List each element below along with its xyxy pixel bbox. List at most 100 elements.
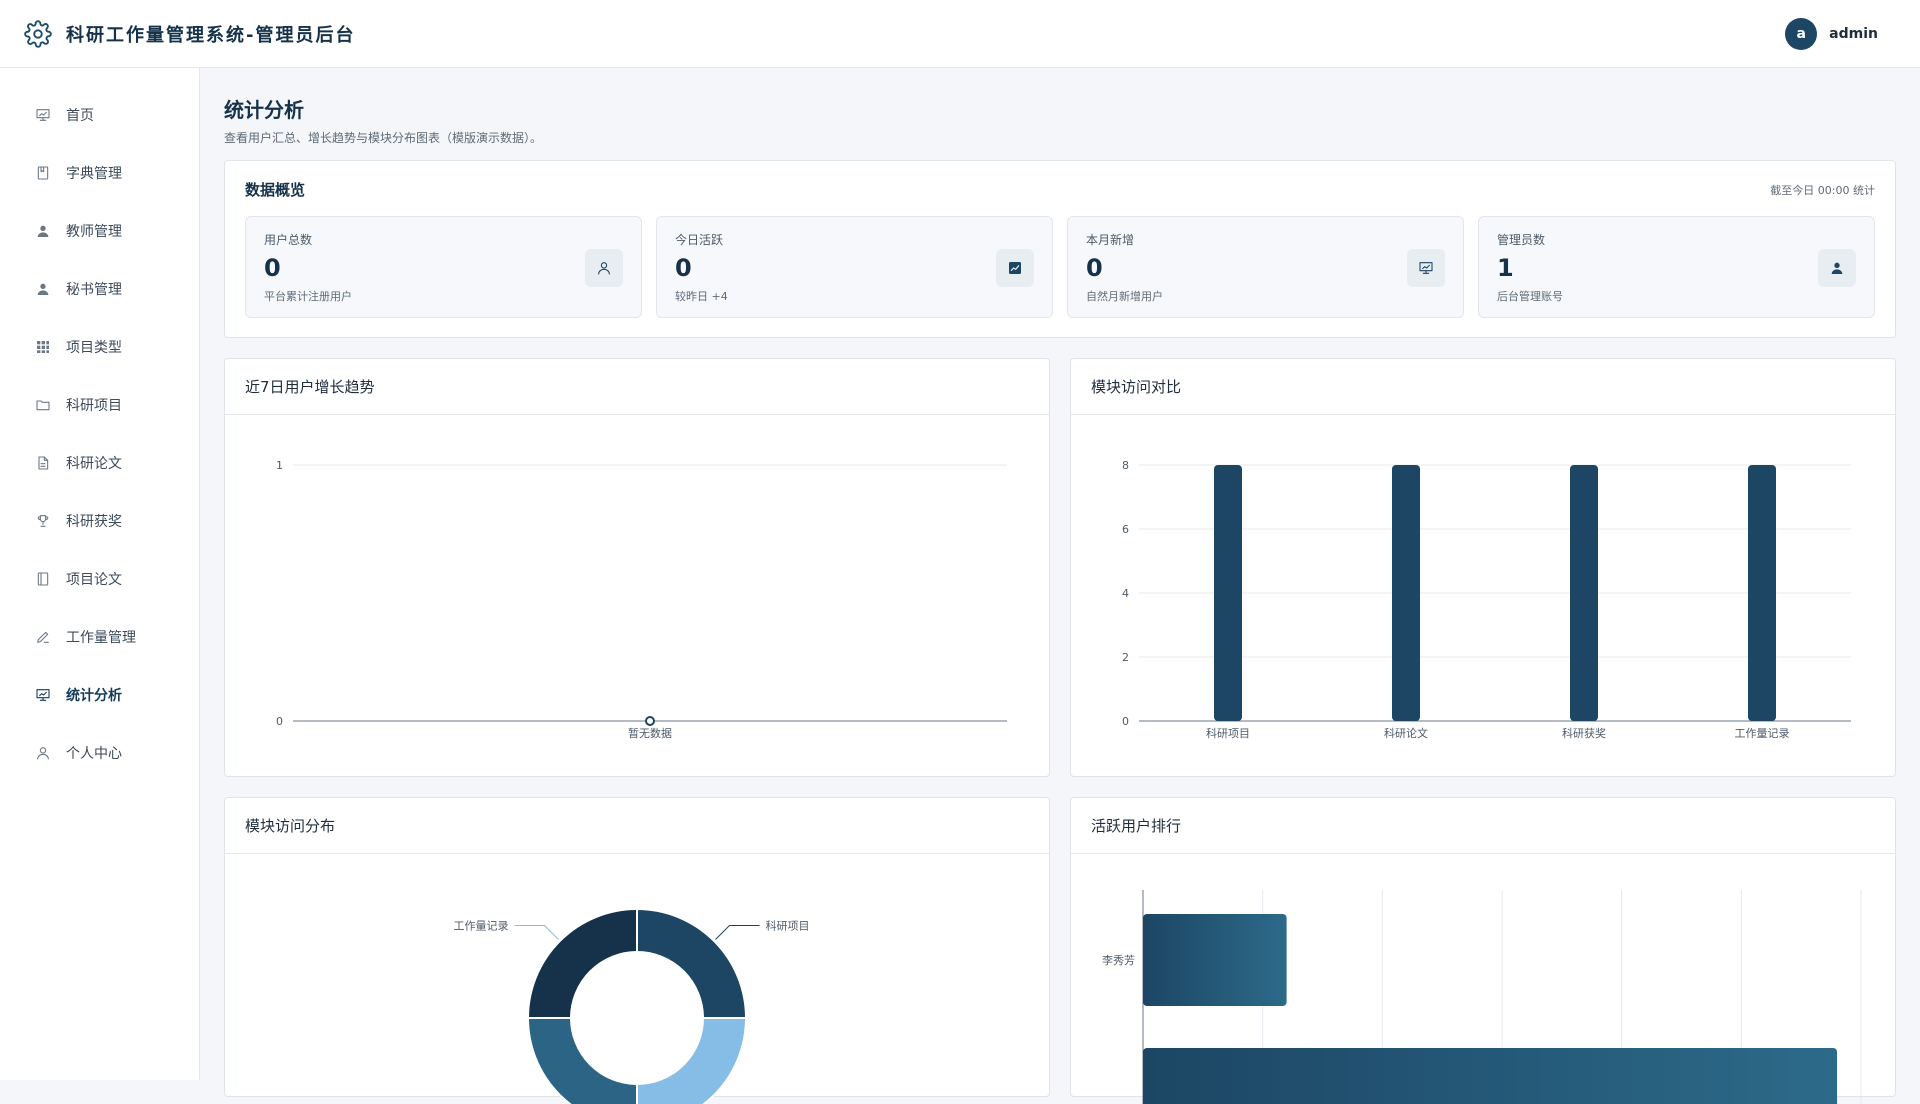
document-icon (34, 454, 52, 472)
sidebar-item-label: 科研论文 (66, 456, 122, 472)
username[interactable]: admin (1829, 26, 1878, 42)
module-bar-chart: 0 2 4 6 8 科研项目 科研论文 科研获奖 工作量记录 (1122, 459, 1851, 740)
page-description: 查看用户汇总、增长趋势与模块分布图表（模版演示数据）。 (224, 131, 543, 145)
stat-card: 本月新增 0 自然月新增用户 (1067, 216, 1464, 318)
app-brand: 科研工作量管理系统-管理员后台 (24, 19, 355, 48)
sidebar-item[interactable]: 科研获奖 (0, 492, 199, 550)
sidebar-item-label: 科研获奖 (66, 514, 122, 530)
data-overview-card: 数据概览 截至今日 00:00 统计 用户总数 0 平台累计注册用户 今日活跃 … (224, 160, 1896, 338)
presentation-icon (34, 686, 52, 704)
sidebar-item-label: 项目类型 (66, 340, 122, 356)
hbar[interactable] (1143, 914, 1287, 1006)
stat-value: 1 (1497, 254, 1514, 282)
sidebar-item-label: 统计分析 (66, 688, 122, 704)
stat-subtext: 较昨日 +4 (675, 290, 728, 303)
y-tick-label: 1 (276, 459, 283, 472)
stat-value: 0 (264, 254, 281, 282)
user-icon (34, 280, 52, 298)
stat-subtext: 自然月新增用户 (1086, 290, 1163, 303)
stat-label: 用户总数 (264, 233, 313, 247)
sidebar-item[interactable]: 教师管理 (0, 202, 199, 260)
sidebar-item[interactable]: 首页 (0, 86, 199, 144)
bar[interactable] (1570, 465, 1598, 721)
sidebar-item-label: 个人中心 (66, 746, 122, 762)
module-compare-panel: 模块访问对比 0 2 4 6 8 科研项目 科研论文 科研获奖 工作量记录 (1070, 358, 1896, 777)
y-tick-label: 0 (276, 715, 283, 728)
sidebar-item[interactable]: 项目类型 (0, 318, 199, 376)
bar[interactable] (1214, 465, 1242, 721)
top-header: 科研工作量管理系统-管理员后台 a admin (0, 0, 1920, 68)
sidebar-item-label: 首页 (66, 108, 94, 124)
sidebar-item[interactable]: 个人中心 (0, 724, 199, 782)
hbar[interactable] (1143, 1048, 1838, 1104)
sidebar-item[interactable]: 工作量管理 (0, 608, 199, 666)
sidebar-item[interactable]: 字典管理 (0, 144, 199, 202)
y-tick-label: 8 (1122, 459, 1129, 472)
active-user-bar-chart: 李秀芳 (1102, 890, 1862, 1104)
user-outline-icon (585, 249, 623, 287)
sidebar-item[interactable]: 秘书管理 (0, 260, 199, 318)
page-title: 统计分析 (224, 98, 304, 122)
notebook-icon (34, 570, 52, 588)
avatar[interactable]: a (1785, 17, 1818, 50)
gear-icon (24, 19, 52, 48)
active-user-rank-panel: 活跃用户排行 李秀芳 (1070, 797, 1896, 1104)
user-menu[interactable]: a admin (1785, 17, 1878, 50)
sidebar-item[interactable]: 科研论文 (0, 434, 199, 492)
main-content: 统计分析 查看用户汇总、增长趋势与模块分布图表（模版演示数据）。 数据概览 截至… (224, 68, 1896, 1104)
donut-slice[interactable] (526, 1017, 638, 1104)
x-tick-label: 科研项目 (1206, 726, 1250, 740)
y-tick-label: 0 (1122, 715, 1129, 728)
stat-label: 本月新增 (1086, 233, 1135, 247)
bar[interactable] (1748, 465, 1776, 721)
stat-value: 0 (1086, 254, 1103, 282)
panel-title: 模块访问分布 (225, 798, 1049, 854)
sidebar-item[interactable]: 项目论文 (0, 550, 199, 608)
label-leader-line (715, 925, 760, 940)
user-outline-icon (34, 744, 52, 762)
sidebar-item[interactable]: 科研项目 (0, 376, 199, 434)
growth-line-chart: 0 1 暂无数据 (276, 459, 1007, 740)
sidebar: 首页 字典管理 教师管理 秘书管理 项目类型 科研项目 科研论文 科研获奖 项目… (0, 68, 200, 1080)
sidebar-item-label: 项目论文 (66, 572, 122, 588)
stat-value: 0 (675, 254, 692, 282)
stat-card: 今日活跃 0 较昨日 +4 (656, 216, 1053, 318)
user-icon (1818, 249, 1856, 287)
sidebar-item-label: 字典管理 (66, 166, 122, 182)
trophy-icon (34, 512, 52, 530)
panel-title: 模块访问对比 (1071, 359, 1895, 415)
slice-label: 科研项目 (765, 919, 809, 933)
slice-label: 工作量记录 (454, 920, 509, 933)
pen-icon (34, 628, 52, 646)
label-leader-line (514, 925, 559, 940)
bar[interactable] (1392, 465, 1420, 721)
stat-subtext: 后台管理账号 (1497, 290, 1563, 303)
y-tick-label: 2 (1122, 651, 1129, 664)
presentation-icon (34, 106, 52, 124)
sidebar-item-label: 秘书管理 (66, 282, 122, 298)
stat-label: 管理员数 (1497, 233, 1546, 247)
sidebar-item-label: 教师管理 (66, 224, 122, 240)
overview-title: 数据概览 (245, 181, 306, 199)
y-category-label: 李秀芳 (1102, 953, 1135, 967)
x-tick-label: 工作量记录 (1735, 727, 1790, 740)
sidebar-item[interactable]: 统计分析 (0, 666, 199, 724)
stat-card: 用户总数 0 平台累计注册用户 (245, 216, 642, 318)
x-tick-label: 科研获奖 (1562, 726, 1606, 740)
stat-subtext: 平台累计注册用户 (264, 290, 352, 303)
stat-cards: 用户总数 0 平台累计注册用户 今日活跃 0 较昨日 +4 本月新增 0 自然月… (245, 216, 1875, 318)
module-donut-chart: 科研项目 工作量记录 (454, 907, 809, 1104)
book-icon (34, 164, 52, 182)
sidebar-item-label: 工作量管理 (66, 630, 136, 646)
stat-card: 管理员数 1 后台管理账号 (1478, 216, 1875, 318)
sidebar-item-label: 科研项目 (66, 398, 122, 414)
line-point[interactable] (645, 716, 655, 726)
presentation-icon (1407, 249, 1445, 287)
donut-slice[interactable] (636, 1017, 748, 1104)
stat-label: 今日活跃 (675, 233, 724, 247)
y-tick-label: 6 (1122, 523, 1129, 536)
growth-trend-panel: 近7日用户增长趋势 0 1 暂无数据 (224, 358, 1050, 777)
panel-title: 活跃用户排行 (1071, 798, 1895, 854)
y-tick-label: 4 (1122, 587, 1129, 600)
folder-icon (34, 396, 52, 414)
